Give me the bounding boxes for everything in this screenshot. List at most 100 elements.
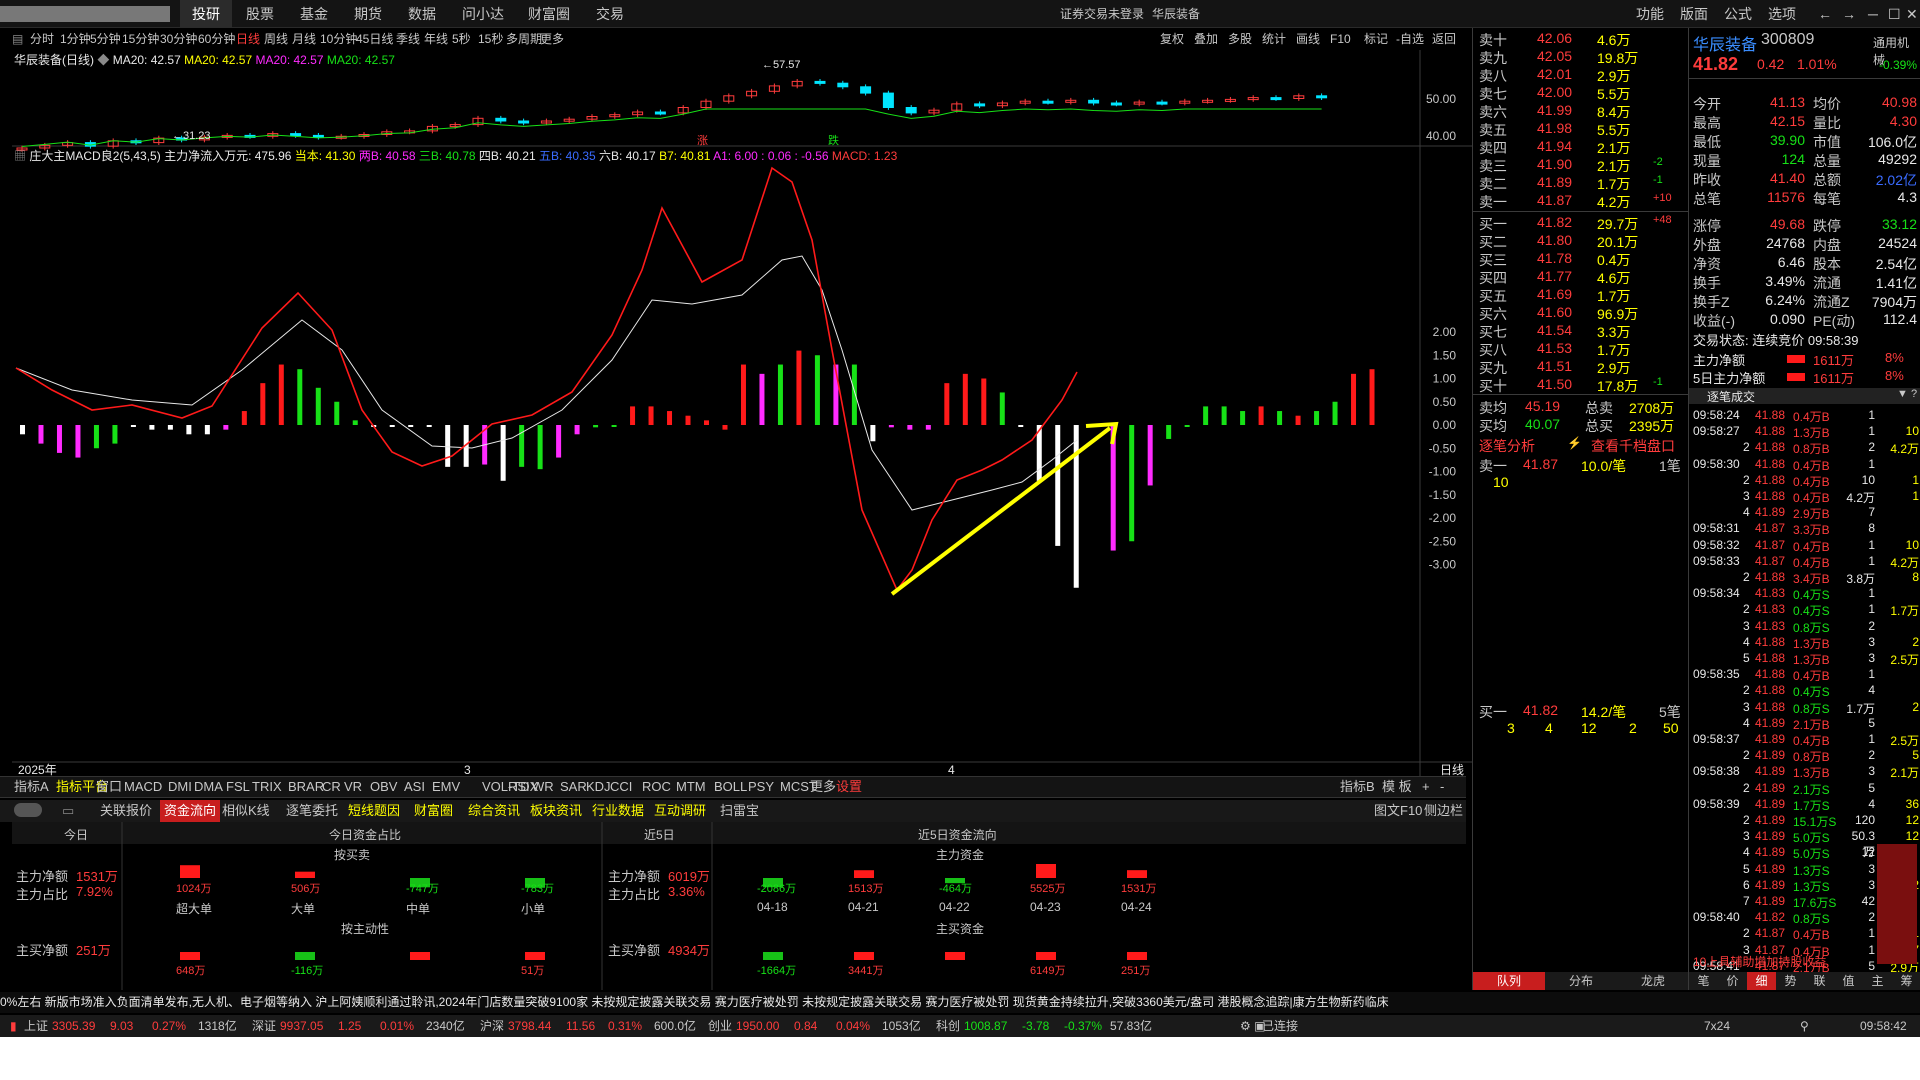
- tab-f10[interactable]: 图文F10: [1374, 800, 1422, 822]
- tool-8[interactable]: 返回: [1432, 28, 1456, 50]
- detail-tab-6[interactable]: 主: [1863, 972, 1892, 990]
- indicator-tab-22[interactable]: BOLL: [714, 777, 747, 797]
- indicator-tab-25[interactable]: 更多: [810, 777, 836, 797]
- bottom-tab-6[interactable]: 综合资讯: [468, 800, 520, 822]
- bottom-tab-7[interactable]: 板块资讯: [530, 800, 582, 822]
- close-icon[interactable]: ✕: [1906, 0, 1918, 28]
- index-name-hs[interactable]: 沪深: [480, 1015, 504, 1037]
- news-ticker[interactable]: 0%左右 新版市场准入负面清单发布,无人机、电子烟等纳入 沪上阿姨顺利通过聆讯,…: [0, 992, 1920, 1013]
- tool-7[interactable]: -自选: [1396, 28, 1424, 50]
- tool-2[interactable]: 多股: [1228, 28, 1252, 50]
- bottom-tab-3[interactable]: 逐笔委托: [286, 800, 338, 822]
- indicator-tab-15[interactable]: RSI: [508, 777, 530, 797]
- indicator-tab-6[interactable]: FSL: [226, 777, 250, 797]
- maximize-icon[interactable]: ☐: [1888, 0, 1901, 28]
- tool-1[interactable]: 叠加: [1194, 28, 1218, 50]
- nav-research[interactable]: 投研: [180, 0, 232, 28]
- detail-tab-7[interactable]: 筹: [1892, 972, 1920, 990]
- zhubi-title[interactable]: 逐笔分析: [1479, 436, 1535, 456]
- indicator-tab-2[interactable]: 窗口: [96, 777, 122, 797]
- indicator-right-1[interactable]: 模 板: [1382, 777, 1412, 797]
- period-8[interactable]: 月线: [292, 28, 316, 50]
- period-3[interactable]: 15分钟: [122, 28, 159, 50]
- period-5[interactable]: 60分钟: [198, 28, 235, 50]
- indicator-tab-21[interactable]: MTM: [676, 777, 706, 797]
- indicator-menu-icon[interactable]: ▦: [14, 149, 26, 163]
- detail-tab-3[interactable]: 势: [1776, 972, 1805, 990]
- bottom-tab-2[interactable]: 相似K线: [222, 800, 270, 822]
- indicator-tab-18[interactable]: KDJ: [586, 777, 611, 797]
- indicator-tab-9[interactable]: CR: [322, 777, 341, 797]
- indicator-tab-19[interactable]: CCI: [610, 777, 632, 797]
- detail-tab-4[interactable]: 联: [1805, 972, 1834, 990]
- bottom-tab-10[interactable]: 扫雷宝: [720, 800, 759, 822]
- period-11[interactable]: 季线: [396, 28, 420, 50]
- bottom-tab-4[interactable]: 短线题因: [348, 800, 400, 822]
- period-13[interactable]: 5秒: [452, 28, 471, 50]
- indicator-tab-7[interactable]: TRIX: [252, 777, 282, 797]
- bottom-tab-0[interactable]: 关联报价: [100, 800, 152, 822]
- zhubi-link[interactable]: 查看千档盘口: [1591, 436, 1675, 456]
- queue-tab-1[interactable]: 分布: [1545, 972, 1617, 990]
- period-12[interactable]: 年线: [424, 28, 448, 50]
- bottom-tab-9[interactable]: 互动调研: [654, 800, 706, 822]
- indicator-tab-12[interactable]: ASI: [404, 777, 425, 797]
- bottom-tab-8[interactable]: 行业数据: [592, 800, 644, 822]
- indicator-right-2[interactable]: +: [1422, 777, 1430, 797]
- indicator-tab-5[interactable]: DMA: [194, 777, 223, 797]
- indicator-tab-23[interactable]: PSY: [748, 777, 774, 797]
- period-15[interactable]: 多周期: [506, 28, 542, 50]
- login-status[interactable]: 证券交易未登录: [1060, 0, 1144, 28]
- nav-data[interactable]: 数据: [408, 0, 436, 28]
- index-name-kc[interactable]: 科创: [936, 1015, 960, 1037]
- indicator-tab-26[interactable]: 设置: [836, 777, 862, 797]
- nav-stocks[interactable]: 股票: [246, 0, 274, 28]
- nav-funds[interactable]: 基金: [300, 0, 328, 28]
- mode-label[interactable]: 7x24: [1704, 1015, 1730, 1037]
- indicator-tab-16[interactable]: WR: [532, 777, 554, 797]
- period-7[interactable]: 周线: [264, 28, 288, 50]
- period-1[interactable]: 1分钟: [60, 28, 91, 50]
- nav-caifuquan[interactable]: 财富圈: [528, 0, 570, 28]
- indicator-tab-4[interactable]: DMI: [168, 777, 192, 797]
- chart-area[interactable]: 50.00 40.00 2.00 1.50 1.00 0.50 0.00 -0.50 -1.00…: [12, 50, 1472, 776]
- panel-toggle-switch[interactable]: [14, 803, 42, 817]
- indicator-tab-11[interactable]: OBV: [370, 777, 397, 797]
- ma-toggle-icon[interactable]: ◆: [97, 53, 109, 67]
- indicator-tab-20[interactable]: ROC: [642, 777, 671, 797]
- period-14[interactable]: 15秒: [478, 28, 503, 50]
- ticks-menu-icon[interactable]: ▼ ?: [1897, 388, 1917, 400]
- nav-wenxiaoda[interactable]: 问小达: [462, 0, 504, 28]
- index-name-sh[interactable]: 上证: [24, 1015, 48, 1037]
- forward-arrow-icon[interactable]: →: [1842, 0, 1856, 28]
- menu-layout[interactable]: 版面: [1680, 0, 1708, 28]
- period-4[interactable]: 30分钟: [160, 28, 197, 50]
- indicator-right-0[interactable]: 指标B: [1340, 777, 1375, 797]
- status-search-icon[interactable]: ⚲: [1800, 1015, 1809, 1037]
- back-arrow-icon[interactable]: ←: [1818, 0, 1832, 28]
- tool-6[interactable]: 标记: [1364, 28, 1388, 50]
- tool-3[interactable]: 统计: [1262, 28, 1286, 50]
- menu-function[interactable]: 功能: [1636, 0, 1664, 28]
- nav-trade[interactable]: 交易: [596, 0, 624, 28]
- menu-formula[interactable]: 公式: [1724, 0, 1752, 28]
- indicator-tab-8[interactable]: BRAR: [288, 777, 324, 797]
- bottom-tab-1[interactable]: 资金流向: [160, 800, 221, 822]
- detail-tab-0[interactable]: 笔: [1689, 972, 1718, 990]
- indicator-tab-13[interactable]: EMV: [432, 777, 460, 797]
- tab-sidebar[interactable]: 侧边栏: [1424, 800, 1463, 822]
- bottom-tab-5[interactable]: 财富圈: [414, 800, 453, 822]
- tool-5[interactable]: F10: [1330, 28, 1351, 50]
- period-16[interactable]: 更多: [540, 28, 564, 50]
- indicator-tab-17[interactable]: SAR: [560, 777, 587, 797]
- minimize-icon[interactable]: ─: [1868, 0, 1878, 28]
- queue-tab-2[interactable]: 龙虎: [1617, 972, 1689, 990]
- indicator-tab-0[interactable]: 指标A: [14, 777, 49, 797]
- detail-tab-1[interactable]: 价: [1718, 972, 1747, 990]
- indicator-right-3[interactable]: -: [1440, 777, 1444, 797]
- index-name-cy[interactable]: 创业: [708, 1015, 732, 1037]
- tool-0[interactable]: 复权: [1160, 28, 1184, 50]
- indicator-tab-3[interactable]: MACD: [124, 777, 162, 797]
- detail-tab-2[interactable]: 细: [1747, 972, 1776, 990]
- period-0[interactable]: 分时: [30, 28, 54, 50]
